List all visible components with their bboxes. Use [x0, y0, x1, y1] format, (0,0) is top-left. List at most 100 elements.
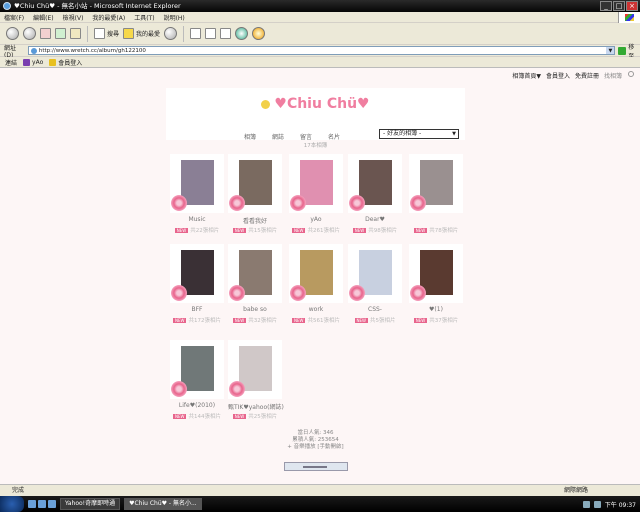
album-name[interactable]: 看看我好	[228, 216, 282, 225]
album-photo-count: NEW 共561張相片	[289, 316, 343, 324]
album-name[interactable]: CSS-	[348, 306, 402, 314]
new-badge: NEW	[232, 414, 247, 419]
nav-profile[interactable]: 名片	[328, 132, 340, 141]
new-badge: NEW	[292, 318, 306, 323]
window-title: ♥Chiu Chü♥ - 無名小站 - Microsoft Internet E…	[14, 2, 181, 10]
today-visits: 當日人氣: 346	[297, 430, 334, 436]
album-name[interactable]: Music	[170, 216, 224, 224]
album-name[interactable]: BFF	[170, 306, 224, 314]
friends-album-select[interactable]: - 好友的相簿 -	[379, 129, 459, 139]
close-button[interactable]: ×	[626, 1, 638, 11]
album-photo-count: NEW 共32張相片	[228, 316, 282, 324]
yahoo-button[interactable]	[252, 27, 266, 40]
album-name[interactable]: ♥(1)	[409, 306, 463, 314]
album-card[interactable]: yAo NEW 共261張相片	[289, 154, 343, 234]
album-thumbnail[interactable]	[348, 244, 402, 303]
menu-favorites[interactable]: 我的最愛(A)	[92, 13, 125, 22]
register-link[interactable]: 免費註冊	[575, 71, 599, 80]
album-name[interactable]: Dear♥	[348, 216, 402, 224]
flower-decoration-icon	[229, 381, 245, 397]
album-card[interactable]: babe so NEW 共32張相片	[228, 244, 282, 324]
star-icon	[261, 99, 271, 109]
history-button[interactable]	[164, 27, 178, 40]
album-name[interactable]: Life♥(2010)	[170, 402, 224, 410]
search-icon[interactable]	[628, 71, 634, 77]
album-thumbnail[interactable]	[409, 244, 463, 303]
stop-button[interactable]	[40, 28, 51, 39]
new-badge: NEW	[173, 318, 187, 323]
album-thumbnail[interactable]	[170, 340, 224, 399]
album-thumbnail[interactable]	[170, 154, 224, 213]
album-card[interactable]: Music NEW 共22張相片	[170, 154, 224, 234]
link-yao[interactable]: yAo	[23, 58, 43, 66]
album-thumbnail[interactable]	[228, 154, 282, 213]
menu-edit[interactable]: 編輯(E)	[33, 13, 53, 22]
nav-album[interactable]: 相簿	[244, 132, 256, 141]
links-label: 連結	[5, 59, 18, 67]
album-photo-count-text: 共5張相片	[369, 318, 396, 324]
flower-decoration-icon	[290, 285, 306, 301]
menu-tools[interactable]: 工具(T)	[134, 13, 154, 22]
album-card[interactable]: ♥(1) NEW 共37張相片	[409, 244, 463, 324]
messenger-button[interactable]	[235, 27, 249, 40]
taskbar-item-browser[interactable]: ♥Chiu Chü♥ - 無名小...	[124, 498, 202, 510]
album-thumbnail[interactable]	[409, 154, 463, 213]
volume-icon[interactable]	[593, 500, 601, 508]
forward-icon	[23, 27, 36, 40]
forward-button[interactable]	[23, 27, 36, 40]
album-thumbnail[interactable]	[289, 154, 343, 213]
music-toggle[interactable]: + 音樂播放 [手動開啟]	[166, 444, 465, 451]
album-card[interactable]: Dear♥ NEW 共98張相片	[348, 154, 402, 234]
maximize-button[interactable]: □	[613, 1, 625, 11]
search-button[interactable]: 搜尋	[94, 28, 119, 39]
address-input[interactable]: http://www.wretch.cc/album/gh122100 ▼	[27, 46, 616, 55]
album-card[interactable]: work NEW 共561張相片	[289, 244, 343, 324]
album-card[interactable]: 看看我好 NEW 共15張相片	[228, 154, 282, 234]
link-login[interactable]: 會員登入	[49, 58, 82, 67]
minimize-button[interactable]: _	[600, 1, 612, 11]
taskbar-item-messenger[interactable]: Yahoo!奇摩即時通	[60, 498, 121, 510]
system-tray: 下午 09:37	[582, 496, 640, 512]
album-home-link[interactable]: 相簿首頁▼	[512, 71, 541, 80]
nav-guestbook[interactable]: 留言	[300, 132, 312, 141]
album-card[interactable]: Life♥(2010) NEW 共144張相片	[170, 340, 224, 420]
desktop-icon[interactable]	[28, 500, 36, 508]
folder-icon[interactable]	[48, 500, 56, 508]
find-album-link[interactable]: 找相簿	[604, 71, 622, 80]
favorites-button[interactable]: 我的最愛	[123, 28, 160, 39]
album-thumbnail[interactable]	[289, 244, 343, 303]
album-card[interactable]: BFF NEW 共172張相片	[170, 244, 224, 324]
album-thumbnail[interactable]	[228, 244, 282, 303]
home-button[interactable]	[70, 28, 81, 39]
music-player[interactable]	[284, 462, 348, 471]
ie-icon[interactable]	[38, 500, 46, 508]
mail-button[interactable]	[190, 28, 202, 39]
album-card[interactable]: 甄TIK♥yahoo(網誌) NEW 共25張相片	[228, 340, 284, 420]
album-name[interactable]: work	[289, 306, 343, 314]
album-card[interactable]: NEW 共78張相片	[409, 154, 463, 234]
flower-decoration-icon	[290, 195, 306, 211]
links-bar: 連結 yAo 會員登入	[0, 57, 640, 68]
nav-blog[interactable]: 網誌	[272, 132, 284, 141]
flower-decoration-icon	[410, 195, 426, 211]
print-button[interactable]	[205, 28, 217, 39]
menu-view[interactable]: 檢視(V)	[63, 13, 84, 22]
album-thumbnail[interactable]	[348, 154, 402, 213]
edit-button[interactable]	[220, 28, 232, 39]
edit-icon	[220, 28, 232, 39]
album-thumbnail[interactable]	[170, 244, 224, 303]
back-button[interactable]	[6, 27, 19, 40]
album-thumbnail[interactable]	[228, 340, 282, 399]
album-name[interactable]: babe so	[228, 306, 282, 314]
album-card[interactable]: CSS- NEW 共5張相片	[348, 244, 402, 324]
member-login-link[interactable]: 會員登入	[546, 71, 570, 80]
refresh-button[interactable]	[55, 28, 66, 39]
menu-help[interactable]: 說明(H)	[164, 13, 185, 22]
start-button[interactable]	[0, 496, 24, 512]
network-icon[interactable]	[582, 500, 590, 508]
menu-file[interactable]: 檔案(F)	[4, 13, 24, 22]
album-name[interactable]: 甄TIK♥yahoo(網誌)	[228, 402, 284, 411]
album-name[interactable]: yAo	[289, 216, 343, 224]
chevron-down-icon[interactable]: ▼	[606, 47, 615, 54]
album-name[interactable]	[409, 216, 463, 224]
